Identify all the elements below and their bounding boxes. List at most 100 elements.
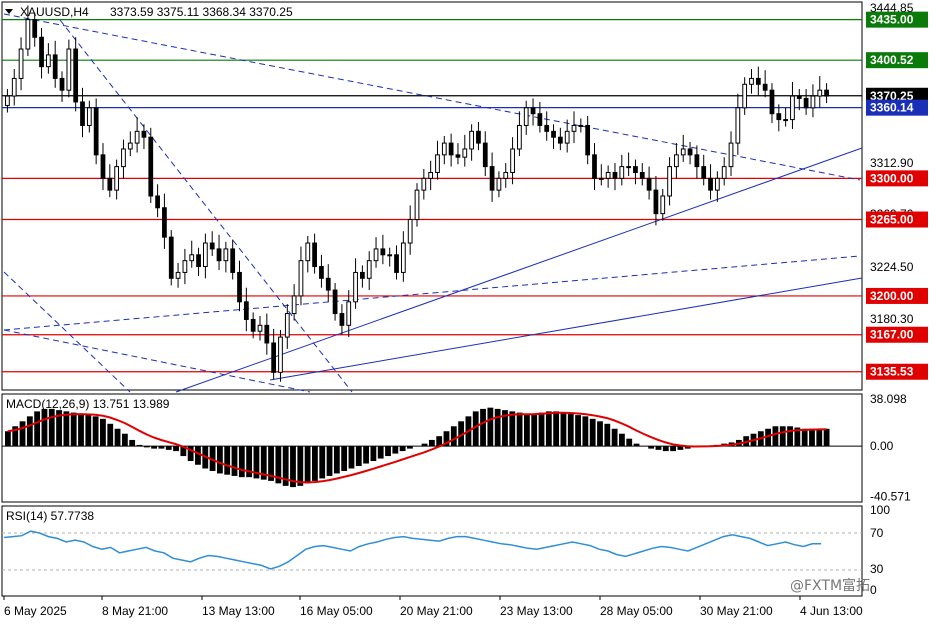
macd-bar xyxy=(326,446,333,476)
macd-bar xyxy=(597,421,603,447)
ohlc-readout: 3373.59 3375.11 3368.34 3370.25 xyxy=(110,5,293,19)
macd-bar xyxy=(341,446,348,471)
macd-bar xyxy=(158,446,165,449)
rsi-tick-label: 100 xyxy=(870,503,890,517)
time-tick-label: 16 May 05:00 xyxy=(300,604,373,618)
rsi-tick-label: 70 xyxy=(870,526,884,540)
macd-bar xyxy=(779,426,786,447)
macd-bar xyxy=(333,446,340,474)
macd-bar xyxy=(494,408,501,447)
macd-bar xyxy=(100,418,106,447)
macd-bar xyxy=(26,416,33,447)
macd-bar xyxy=(319,446,326,479)
macd-bar xyxy=(480,408,486,447)
candle xyxy=(168,230,174,286)
macd-bar xyxy=(224,446,231,475)
level-tag-label: 3200.00 xyxy=(870,289,914,303)
time-axis: 6 May 2025 8 May 21:00 13 May 13:00 16 May … xyxy=(3,596,863,618)
macd-bar xyxy=(136,444,143,447)
macd-bar xyxy=(238,446,245,478)
macd-pane[interactable]: MACD(12,26,9) 13.751 13.989 xyxy=(1,393,863,503)
macd-bar xyxy=(809,428,815,447)
macd-bar xyxy=(78,413,84,447)
rsi-pane[interactable]: RSI(14) 57.7738 xyxy=(1,505,863,597)
macd-bar xyxy=(41,408,48,447)
macd-bar xyxy=(816,428,823,447)
price-tick-label: 3180.30 xyxy=(870,312,914,326)
macd-tick-label: 38.098 xyxy=(870,392,907,406)
macd-bar xyxy=(165,446,172,450)
macd-bar xyxy=(553,411,560,447)
time-tick-label: 20 May 21:00 xyxy=(400,604,473,618)
candle xyxy=(148,127,154,204)
price-tick-label: 3312.90 xyxy=(870,156,914,170)
macd-bar xyxy=(823,428,830,447)
macd-bar xyxy=(450,426,457,447)
macd-bar xyxy=(70,412,77,447)
macd-bar xyxy=(538,412,545,447)
price-tick-label: 3224.50 xyxy=(870,260,914,274)
macd-bar xyxy=(582,416,589,447)
macd-bar xyxy=(48,408,55,447)
macd-bar xyxy=(231,446,238,476)
macd-bar xyxy=(633,443,640,447)
level-tag-label: 3167.00 xyxy=(870,328,914,342)
macd-bar xyxy=(114,428,121,447)
time-tick-label: 4 Jun 13:00 xyxy=(800,604,863,618)
macd-bar xyxy=(567,413,574,447)
macd-bar xyxy=(92,416,99,447)
macd-bar xyxy=(589,418,596,447)
macd-bar xyxy=(611,428,618,447)
macd-bar xyxy=(312,446,318,481)
macd-bar xyxy=(487,407,494,447)
time-tick-label: 28 May 05:00 xyxy=(600,604,673,618)
macd-bar xyxy=(129,439,136,447)
macd-bar xyxy=(619,433,625,447)
macd-bar xyxy=(407,446,413,449)
macd-bar xyxy=(575,415,581,447)
macd-bar xyxy=(107,423,114,447)
macd-bar xyxy=(787,426,793,447)
rsi-axis: 100 70 30 0 xyxy=(870,503,890,597)
chart-stage: XAUUSD,H4 3373.59 3375.11 3368.34 3370.2… xyxy=(1,1,928,618)
macd-bar xyxy=(545,411,552,447)
watermark: @FXTM富拓 xyxy=(790,577,870,594)
level-tag-label: 3300.00 xyxy=(870,171,914,185)
macd-title: MACD(12,26,9) 13.751 13.989 xyxy=(6,397,170,411)
macd-axis: 38.098 0.00 -40.571 xyxy=(870,392,911,504)
macd-tick-label: -40.571 xyxy=(870,490,911,504)
macd-bar xyxy=(34,411,41,447)
time-tick-label: 23 May 13:00 xyxy=(500,604,573,618)
symbol-title: XAUUSD,H4 xyxy=(20,5,89,19)
macd-bar xyxy=(399,446,406,452)
level-tag-label: 3360.14 xyxy=(870,101,914,115)
macd-bar xyxy=(151,446,158,449)
macd-bar xyxy=(85,415,92,447)
macd-bar xyxy=(19,421,26,447)
macd-bar xyxy=(5,431,11,447)
macd-bar xyxy=(297,446,304,486)
macd-bar xyxy=(655,446,662,450)
macd-bar xyxy=(560,412,567,447)
price-axis: 3444.853400.523370.253360.143312.903269.… xyxy=(866,1,928,380)
macd-bar xyxy=(626,438,633,447)
macd-bar xyxy=(648,446,655,449)
macd-bar xyxy=(509,411,516,447)
macd-bar xyxy=(523,413,530,447)
macd-bar xyxy=(772,426,779,447)
macd-bar xyxy=(195,446,201,465)
rsi-tick-label: 0 xyxy=(870,583,877,597)
macd-bar xyxy=(428,439,435,447)
macd-bar xyxy=(355,446,362,466)
macd-bar xyxy=(121,433,128,447)
macd-bar xyxy=(63,411,70,447)
macd-bar xyxy=(385,446,391,457)
time-tick-label: 13 May 13:00 xyxy=(202,604,275,618)
price-pane[interactable]: XAUUSD,H4 3373.59 3375.11 3368.34 3370.2… xyxy=(1,1,863,393)
macd-bar xyxy=(392,446,399,454)
macd-bar xyxy=(516,412,523,447)
macd-bar xyxy=(801,428,808,447)
macd-bar xyxy=(173,446,179,452)
level-tag-label: 3435.00 xyxy=(870,13,914,27)
rsi-tick-label: 30 xyxy=(870,562,884,576)
